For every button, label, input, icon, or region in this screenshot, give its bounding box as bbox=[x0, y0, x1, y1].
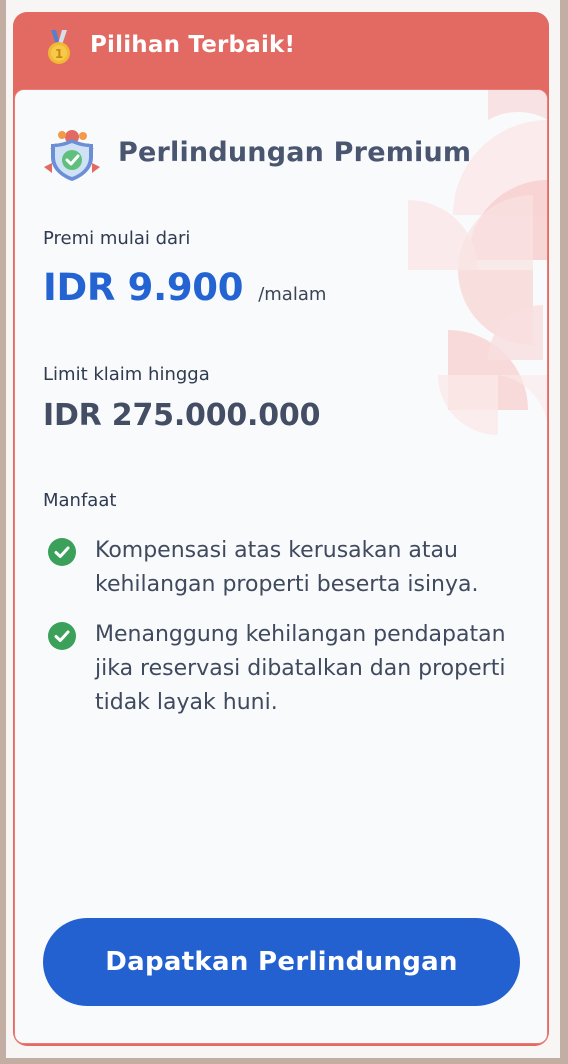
plan-details-panel: Perlindungan Premium Premi mulai dari ID… bbox=[14, 89, 548, 1044]
premium-unit: /malam bbox=[258, 284, 327, 305]
benefit-text: Menanggung kehilangan pendapatan jika re… bbox=[95, 622, 506, 715]
best-choice-banner: 1 Pilihan Terbaik! bbox=[13, 12, 549, 88]
plan-title: Perlindungan Premium bbox=[118, 137, 472, 168]
premium-price: IDR 9.900 /malam bbox=[43, 266, 326, 309]
banner-title: Pilihan Terbaik! bbox=[90, 32, 296, 58]
benefit-item: Kompensasi atas kerusakan atau kehilanga… bbox=[48, 534, 525, 602]
svg-text:1: 1 bbox=[55, 47, 63, 61]
premium-value: IDR 9.900 bbox=[43, 266, 244, 309]
benefits-label: Manfaat bbox=[43, 490, 117, 511]
get-protection-button[interactable]: Dapatkan Perlindungan bbox=[43, 918, 520, 1006]
shield-check-icon bbox=[44, 130, 100, 181]
benefit-item: Menanggung kehilangan pendapatan jika re… bbox=[48, 618, 525, 720]
claim-limit-value: IDR 275.000.000 bbox=[43, 398, 321, 433]
claim-limit-label: Limit klaim hingga bbox=[43, 364, 210, 385]
premium-label: Premi mulai dari bbox=[43, 228, 191, 249]
medal-icon: 1 bbox=[48, 30, 70, 64]
insurance-plan-card: 1 Pilihan Terbaik! Perlindungan Premium … bbox=[13, 12, 549, 1046]
benefit-text: Kompensasi atas kerusakan atau kehilanga… bbox=[95, 538, 479, 597]
check-circle-icon bbox=[48, 538, 76, 566]
check-circle-icon bbox=[48, 622, 76, 650]
